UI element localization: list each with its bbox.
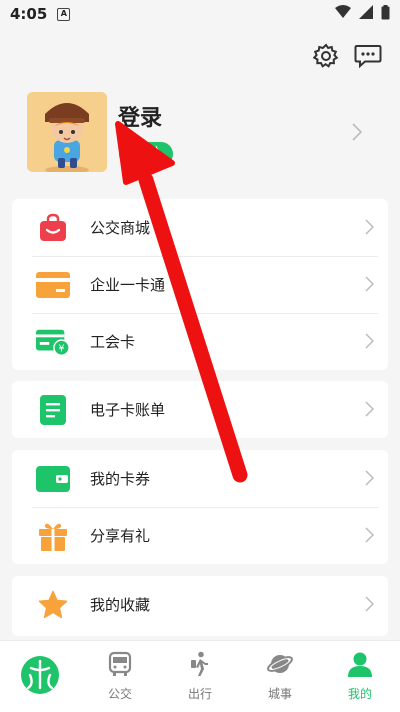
- status-bar: 4:05 A: [0, 0, 400, 28]
- tab-label: 出行: [187, 687, 212, 701]
- menu-item-label: 分享有礼: [90, 527, 151, 545]
- messages-button[interactable]: [354, 44, 382, 72]
- menu-item-label: 我的收藏: [90, 596, 151, 614]
- tab-city[interactable]: 城事: [240, 641, 320, 712]
- tab-travel[interactable]: 出行: [160, 641, 240, 712]
- menu-item-label: 工会卡: [90, 333, 136, 351]
- menu-item-label: 公交商城: [90, 219, 151, 237]
- chat-icon: [354, 44, 382, 72]
- menu-item-my-coupons[interactable]: 我的卡券: [12, 450, 388, 507]
- tab-label: 我的: [347, 687, 372, 701]
- menu-item-union-card[interactable]: ¥ 工会卡: [12, 313, 388, 370]
- menu-item-label: 电子卡账单: [90, 401, 166, 419]
- bottom-tab-bar: 公交 出行 城事 我的: [0, 640, 400, 712]
- bag-icon: [36, 211, 70, 245]
- bill-icon: [36, 393, 70, 427]
- top-actions: [312, 43, 382, 73]
- svg-text:¥: ¥: [58, 343, 64, 354]
- chevron-right-icon: [365, 527, 375, 547]
- menu-card-services: 公交商城 企业一卡通 ¥ 工会卡: [12, 199, 388, 370]
- points-badge[interactable]: 积分: [119, 142, 173, 166]
- notification-icon: A: [57, 7, 71, 21]
- battery-icon: [381, 4, 390, 24]
- person-icon: [347, 651, 373, 681]
- chevron-right-icon: [365, 333, 375, 353]
- gift-icon: [36, 519, 70, 553]
- signal-icon: [359, 5, 373, 23]
- app-logo-icon: [20, 655, 60, 699]
- star-icon: [36, 588, 70, 622]
- chevron-right-icon: [365, 596, 375, 616]
- menu-card-favorites: 我的收藏: [12, 576, 388, 636]
- tab-label: 城事: [267, 687, 292, 701]
- tab-mine[interactable]: 我的: [320, 641, 400, 712]
- menu-item-bus-mall[interactable]: 公交商城: [12, 199, 388, 256]
- card-icon: [36, 268, 70, 302]
- avatar[interactable]: [27, 92, 107, 172]
- planet-icon: [266, 651, 294, 681]
- chevron-right-icon: [365, 470, 375, 490]
- wifi-icon: [335, 5, 351, 23]
- walking-icon: [187, 651, 213, 681]
- settings-button[interactable]: [312, 43, 340, 73]
- bus-icon: [107, 651, 133, 681]
- status-time: 4:05: [10, 5, 48, 23]
- chevron-right-icon: [365, 219, 375, 239]
- menu-item-label: 企业一卡通: [90, 276, 166, 294]
- gear-icon: [312, 43, 339, 73]
- tab-home-logo[interactable]: [0, 641, 80, 712]
- yuan-card-icon: ¥: [36, 325, 70, 359]
- tab-label: 公交: [107, 687, 132, 701]
- menu-card-coupons: 我的卡券 分享有礼: [12, 450, 388, 564]
- tab-bus[interactable]: 公交: [80, 641, 160, 712]
- chevron-right-icon: [352, 123, 363, 145]
- menu-item-share-gift[interactable]: 分享有礼: [12, 507, 388, 564]
- chevron-right-icon: [365, 276, 375, 296]
- menu-item-e-card-bill[interactable]: 电子卡账单: [12, 381, 388, 438]
- chevron-right-icon: [365, 401, 375, 421]
- wallet-icon: [36, 462, 70, 496]
- menu-item-enterprise-card[interactable]: 企业一卡通: [12, 256, 388, 313]
- login-link[interactable]: 登录: [118, 100, 162, 132]
- menu-card-bills: 电子卡账单: [12, 381, 388, 438]
- profile-header[interactable]: 登录 积分: [27, 92, 387, 174]
- menu-item-label: 我的卡券: [90, 470, 151, 488]
- menu-item-my-favorites[interactable]: 我的收藏: [12, 576, 388, 633]
